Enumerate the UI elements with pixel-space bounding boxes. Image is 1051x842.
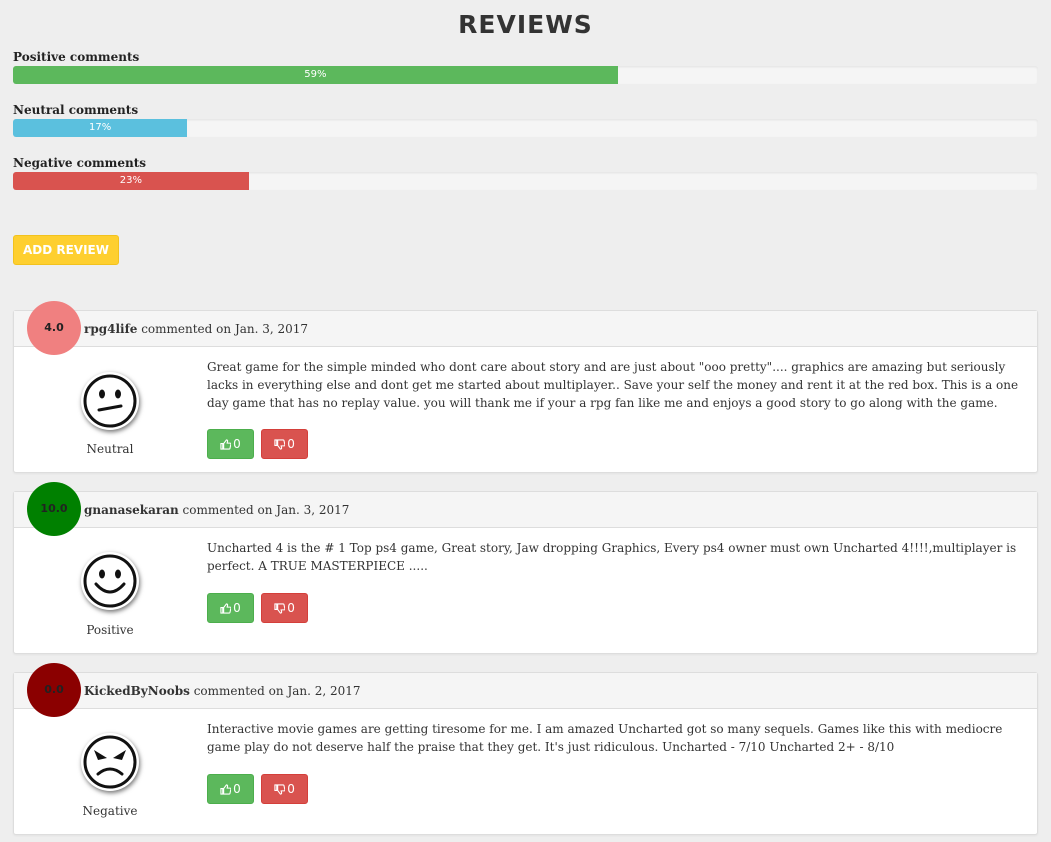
- dislike-count: 0: [287, 782, 295, 796]
- dislike-button[interactable]: 0: [261, 429, 309, 459]
- dislike-count: 0: [287, 437, 295, 451]
- score-badge: 10.0: [27, 482, 81, 536]
- sentiment-face: [77, 733, 143, 791]
- thumbs-down-icon: [274, 603, 286, 614]
- review-header: 0.0 KickedByNoobs commented on Jan. 2, 2…: [14, 663, 1037, 717]
- dislike-button[interactable]: 0: [261, 593, 309, 623]
- neutral-progress-fill: 17%: [13, 119, 188, 137]
- review-action: commented on: [141, 322, 232, 336]
- review-date: Jan. 3, 2017: [276, 503, 350, 517]
- review-card: 4.0 rpg4life commented on Jan. 3, 2017 N…: [13, 301, 1038, 473]
- sentiment-label: Positive: [86, 623, 134, 637]
- page-title: REVIEWS: [458, 10, 593, 39]
- negative-label: Negative comments: [13, 156, 147, 170]
- vote-row: 0 0: [207, 593, 310, 623]
- review-date: Jan. 2, 2017: [287, 684, 361, 698]
- like-count: 0: [233, 601, 241, 615]
- positive-progress-fill: 59%: [13, 66, 618, 84]
- sentiment-face: [77, 372, 143, 430]
- neutral-label: Neutral comments: [13, 103, 139, 117]
- review-meta: gnanasekaran commented on Jan. 3, 2017: [84, 492, 349, 528]
- review-card: 0.0 KickedByNoobs commented on Jan. 2, 2…: [13, 663, 1038, 835]
- dislike-button[interactable]: 0: [261, 774, 309, 804]
- neutral-stat: Neutral comments 17%: [13, 103, 1038, 137]
- review-meta: KickedByNoobs commented on Jan. 2, 2017: [84, 673, 361, 709]
- sentiment-label: Negative: [82, 804, 138, 818]
- review-card: 10.0 gnanasekaran commented on Jan. 3, 2…: [13, 482, 1038, 654]
- positive-progress-track: 59%: [13, 66, 1038, 84]
- review-header: 4.0 rpg4life commented on Jan. 3, 2017: [14, 301, 1037, 355]
- sentiment-face: [77, 552, 143, 610]
- review-username[interactable]: KickedByNoobs: [84, 684, 190, 698]
- sentiment-label: Neutral: [86, 442, 134, 456]
- review-header: 10.0 gnanasekaran commented on Jan. 3, 2…: [14, 482, 1037, 536]
- review-text: Great game for the simple minded who don…: [207, 360, 1019, 410]
- dislike-count: 0: [287, 601, 295, 615]
- negative-progress-track: 23%: [13, 172, 1038, 190]
- review-username[interactable]: rpg4life: [84, 322, 137, 336]
- positive-stat: Positive comments 59%: [13, 50, 1038, 84]
- review-action: commented on: [193, 684, 284, 698]
- thumbs-down-icon: [274, 439, 286, 450]
- positive-label: Positive comments: [13, 50, 140, 64]
- vote-row: 0 0: [207, 774, 310, 804]
- review-text: Interactive movie games are getting tire…: [207, 722, 1003, 754]
- like-button[interactable]: 0: [207, 774, 254, 804]
- add-review-button[interactable]: ADD REVIEW: [13, 235, 119, 265]
- negative-progress-fill: 23%: [13, 172, 249, 190]
- thumbs-up-icon: [220, 439, 232, 450]
- like-button[interactable]: 0: [207, 429, 254, 459]
- review-date: Jan. 3, 2017: [234, 322, 309, 336]
- like-count: 0: [233, 782, 241, 796]
- neutral-face-icon: [81, 372, 139, 430]
- thumbs-up-icon: [220, 603, 232, 614]
- like-count: 0: [233, 437, 241, 451]
- review-meta: rpg4life commented on Jan. 3, 2017: [84, 311, 308, 347]
- review-username[interactable]: gnanasekaran: [84, 503, 179, 517]
- review-text: Uncharted 4 is the # 1 Top ps4 game, Gre…: [207, 541, 1017, 573]
- review-action: commented on: [182, 503, 273, 517]
- vote-row: 0 0: [207, 429, 310, 459]
- thumbs-down-icon: [274, 784, 286, 795]
- thumbs-up-icon: [220, 784, 232, 795]
- like-button[interactable]: 0: [207, 593, 254, 623]
- smiley-face-icon: [81, 552, 139, 610]
- neutral-progress-track: 17%: [13, 119, 1038, 137]
- score-badge: 4.0: [27, 301, 81, 355]
- score-badge: 0.0: [27, 663, 81, 717]
- angry-face-icon: [81, 733, 139, 791]
- negative-stat: Negative comments 23%: [13, 156, 1038, 190]
